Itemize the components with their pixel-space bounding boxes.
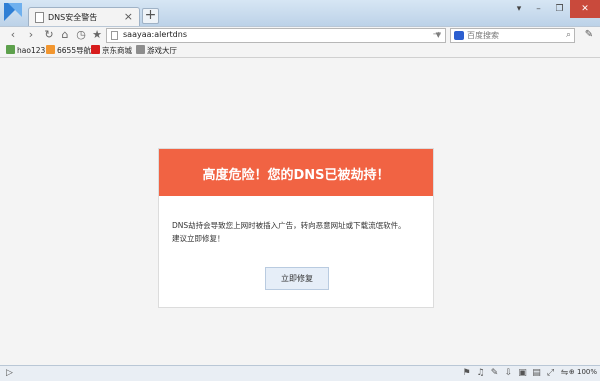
zoom-level[interactable]: ⊕ 100% <box>569 368 597 376</box>
page-icon <box>111 31 118 40</box>
window-controls: ▾ – ❐ ✕ <box>510 0 600 18</box>
edit-icon[interactable]: ✎ <box>489 367 500 379</box>
status-bar: ▷ ⚑ ♫ ✎ ⇩ ▣ ▤ ⤢ ⇋ ⊕ 100% <box>0 365 600 381</box>
bookmark-label: 京东商城 <box>102 46 132 55</box>
minimize-button[interactable]: – <box>528 0 549 18</box>
sidebar-toggle-icon[interactable]: ▷ <box>6 368 13 378</box>
url-text[interactable]: saayaa:alertdns <box>123 30 187 39</box>
bookmark-games[interactable]: 游戏大厅 <box>136 45 177 56</box>
browser-logo-icon <box>4 3 22 21</box>
title-bar: DNS安全警告 × + ▾ – ❐ ✕ <box>0 0 600 27</box>
zoom-value: 100% <box>576 368 597 376</box>
6655-icon <box>46 45 55 54</box>
page-viewport: 高度危险！您的DNS已被劫持！ DNS劫持会导致您上网时被插入广告，转向恶意网址… <box>0 58 600 365</box>
dns-alert-card: 高度危险！您的DNS已被劫持！ DNS劫持会导致您上网时被插入广告，转向恶意网址… <box>158 148 434 308</box>
page-icon <box>35 12 44 23</box>
bookmark-label: hao123 <box>17 46 46 55</box>
alert-message-line: DNS劫持会导致您上网时被插入广告，转向恶意网址或下载流氓软件。 <box>172 221 406 230</box>
history-icon[interactable]: ◷ <box>74 28 88 42</box>
forward-button[interactable]: › <box>24 28 38 42</box>
tab-close-icon[interactable]: × <box>124 10 133 24</box>
alert-header: 高度危险！您的DNS已被劫持！ <box>159 149 433 196</box>
bookmark-jd[interactable]: 京东商城 <box>91 45 132 56</box>
bookmark-hao123[interactable]: hao123 <box>6 45 45 56</box>
new-tab-button[interactable]: + <box>142 8 159 24</box>
volume-icon[interactable]: ♫ <box>475 367 486 379</box>
bookmark-label: 游戏大厅 <box>147 46 177 55</box>
bookmark-label: 6655导航 <box>57 46 92 55</box>
screenshot-icon[interactable]: ▣ <box>517 367 528 379</box>
fix-now-button[interactable]: 立即修复 <box>265 267 329 290</box>
favorite-star-icon[interactable]: ★ <box>90 28 104 42</box>
close-button[interactable]: ✕ <box>570 0 600 18</box>
fullscreen-icon[interactable]: ⤢ <box>545 367 556 379</box>
navigation-toolbar: ‹ › ↻ ⌂ ◷ ★ saayaa:alertdns ▼ → 百度搜索 ⌕ ✎ <box>0 26 600 43</box>
baidu-icon[interactable] <box>454 31 464 40</box>
bookmark-6655[interactable]: 6655导航 <box>46 45 91 56</box>
search-input[interactable]: 百度搜索 ⌕ <box>450 28 575 43</box>
tab-dns-warning[interactable]: DNS安全警告 × <box>28 7 140 27</box>
jd-icon <box>91 45 100 54</box>
status-icons: ⚑ ♫ ✎ ⇩ ▣ ▤ ⤢ ⇋ <box>461 367 570 379</box>
maximize-button[interactable]: ❐ <box>549 0 570 18</box>
alert-title: 高度危险！您的DNS已被劫持！ <box>202 168 390 183</box>
bookmarks-bar: hao123 6655导航 京东商城 游戏大厅 <box>0 43 600 58</box>
hao123-icon <box>6 45 15 54</box>
search-placeholder: 百度搜索 <box>467 31 499 40</box>
skin-menu-button[interactable]: ▾ <box>510 0 528 18</box>
alert-message-line: 建议立即修复！ <box>172 234 225 243</box>
address-bar[interactable]: saayaa:alertdns ▼ <box>106 28 446 43</box>
clean-icon[interactable]: ▤ <box>531 367 542 379</box>
game-icon <box>136 45 145 54</box>
download-icon[interactable]: ⇩ <box>503 367 514 379</box>
search-icon[interactable]: ⌕ <box>566 29 571 42</box>
alert-message: DNS劫持会导致您上网时被插入广告，转向恶意网址或下载流氓软件。 建议立即修复！ <box>172 219 427 245</box>
reload-icon[interactable]: ↻ <box>42 28 56 42</box>
speed-icon[interactable]: ⚑ <box>461 367 472 379</box>
home-icon[interactable]: ⌂ <box>58 28 72 42</box>
settings-wrench-icon[interactable]: ✎ <box>582 28 596 42</box>
back-button[interactable]: ‹ <box>6 28 20 42</box>
tab-title: DNS安全警告 <box>48 13 98 22</box>
go-arrow-icon[interactable]: → <box>430 28 444 42</box>
